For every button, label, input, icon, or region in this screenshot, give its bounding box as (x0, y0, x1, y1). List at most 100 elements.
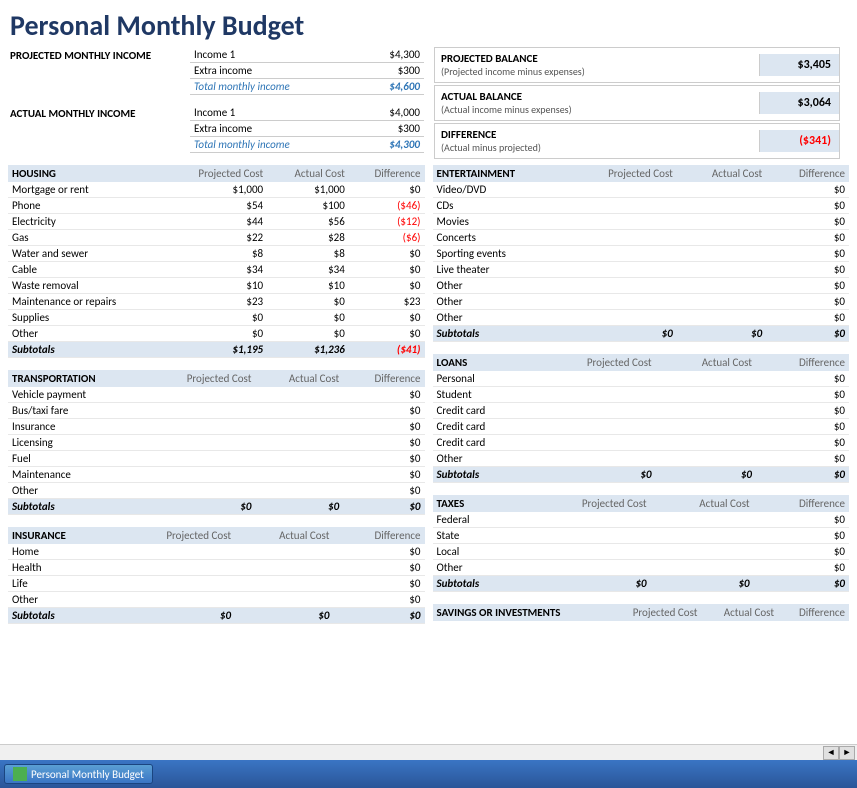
entertainment-col-proj: Projected Cost (565, 165, 677, 182)
table-row: Credit card $0 (433, 419, 850, 435)
row-actual (255, 387, 343, 403)
row-difference: $0 (349, 326, 425, 342)
row-actual: $56 (267, 214, 349, 230)
projected-balance-subtitle: (Projected income minus expenses) (441, 65, 753, 78)
row-projected (146, 419, 256, 435)
difference-title: DIFFERENCE (441, 128, 753, 141)
taxes-col-diff: Difference (754, 495, 849, 512)
table-row: Federal$0 (433, 512, 850, 528)
row-projected (565, 246, 677, 262)
subtotal-projected: $0 (146, 499, 256, 515)
row-projected: $34 (165, 262, 267, 278)
row-actual (255, 467, 343, 483)
table-row: Live theater$0 (433, 262, 850, 278)
savings-col-actual: Actual Cost (701, 604, 778, 621)
row-actual (255, 403, 343, 419)
taxes-col-actual: Actual Cost (651, 495, 754, 512)
row-name: Other (8, 326, 165, 342)
scrollbar-bottom[interactable]: ◄ ► (0, 744, 857, 760)
insurance-col-actual: Actual Cost (235, 527, 333, 544)
row-projected (146, 483, 256, 499)
row-actual (677, 310, 766, 326)
insurance-header: INSURANCE (8, 527, 112, 544)
row-name: Insurance (8, 419, 146, 435)
subtotal-difference: $0 (333, 608, 424, 624)
table-row: Other$0$0$0 (8, 326, 425, 342)
table-row: Personal$0 (433, 371, 850, 387)
table-row: Supplies$0$0$0 (8, 310, 425, 326)
actual-balance-block: ACTUAL BALANCE (Actual income minus expe… (434, 85, 840, 121)
row-name: Local (433, 544, 523, 560)
table-row: Mortgage or rent$1,000$1,000$0 (8, 182, 425, 198)
row-actual (235, 592, 333, 608)
row-name: Cable (8, 262, 165, 278)
row-difference: $0 (756, 419, 849, 435)
loans-col-proj: Projected Cost (530, 354, 655, 371)
row-difference: ($6) (349, 230, 425, 246)
row-name: State (433, 528, 523, 544)
row-actual (677, 214, 766, 230)
subtotal-projected: $0 (522, 576, 651, 592)
scroll-left[interactable]: ◄ (823, 746, 839, 760)
scroll-right[interactable]: ► (839, 746, 855, 760)
table-row: Credit card$0 (433, 403, 850, 419)
table-row: Fuel$0 (8, 451, 425, 467)
row-difference: $0 (766, 182, 849, 198)
proj-income-row-1: Income 1 $4,300 (190, 47, 424, 63)
row-projected: $1,000 (165, 182, 267, 198)
projected-income-block: PROJECTED MONTHLY INCOME Income 1 $4,300… (10, 47, 424, 95)
subtotal-actual: $0 (255, 499, 343, 515)
housing-col-proj: Projected Cost (165, 165, 267, 182)
row-name: Electricity (8, 214, 165, 230)
table-row: Phone$54$100($46) (8, 198, 425, 214)
page: Personal Monthly Budget PROJECTED MONTHL… (0, 0, 857, 788)
projected-balance-title: PROJECTED BALANCE (441, 52, 753, 65)
taxes-header: TAXES (433, 495, 523, 512)
scroll-arrows[interactable]: ◄ ► (823, 746, 855, 760)
row-name: Credit card (433, 419, 531, 435)
savings-table: SAVINGS OR INVESTMENTS Projected Cost Ac… (433, 604, 850, 621)
subtotal-row: Subtotals$0$0$0 (433, 326, 850, 342)
projected-income-label: PROJECTED MONTHLY INCOME (10, 47, 190, 62)
page-title: Personal Monthly Budget (0, 0, 857, 47)
row-projected (565, 214, 677, 230)
row-actual (656, 387, 756, 403)
row-projected (530, 435, 655, 451)
proj-income-name-total: Total monthly income (190, 79, 364, 94)
transportation-col-actual: Actual Cost (255, 370, 343, 387)
subtotal-projected: $0 (530, 467, 655, 483)
actual-income-name-total: Total monthly income (190, 137, 364, 152)
row-projected (530, 387, 655, 403)
row-name: Fuel (8, 451, 146, 467)
row-difference: $0 (754, 560, 849, 576)
table-row: Maintenance$0 (8, 467, 425, 483)
row-actual (656, 451, 756, 467)
savings-col-proj: Projected Cost (606, 604, 702, 621)
sheet-tab[interactable]: Personal Monthly Budget (4, 764, 153, 784)
subtotal-actual: $0 (656, 467, 756, 483)
right-budget-col: ENTERTAINMENT Projected Cost Actual Cost… (429, 165, 854, 744)
loans-header: LOANS (433, 354, 531, 371)
proj-income-name-2: Extra income (190, 63, 364, 78)
row-projected (565, 182, 677, 198)
table-row: Other$0 (433, 451, 850, 467)
sheet-icon (13, 767, 27, 781)
row-name: Federal (433, 512, 523, 528)
row-difference: $0 (333, 592, 424, 608)
row-name: Maintenance (8, 467, 146, 483)
actual-balance-title: ACTUAL BALANCE (441, 90, 753, 103)
row-projected (522, 512, 651, 528)
row-name: Personal (433, 371, 531, 387)
row-difference: $0 (349, 182, 425, 198)
row-actual (656, 371, 756, 387)
actual-income-row-total: Total monthly income $4,300 (190, 137, 424, 153)
subtotal-row: Subtotals$0$0$0 (433, 576, 850, 592)
row-projected (146, 403, 256, 419)
proj-income-val-total: $4,600 (364, 79, 424, 94)
transportation-col-proj: Projected Cost (146, 370, 256, 387)
row-name: Student (433, 387, 531, 403)
row-name: Other (433, 310, 566, 326)
housing-header: HOUSING (8, 165, 165, 182)
row-name: Credit card (433, 435, 531, 451)
subtotal-label: Subtotals (8, 499, 146, 515)
